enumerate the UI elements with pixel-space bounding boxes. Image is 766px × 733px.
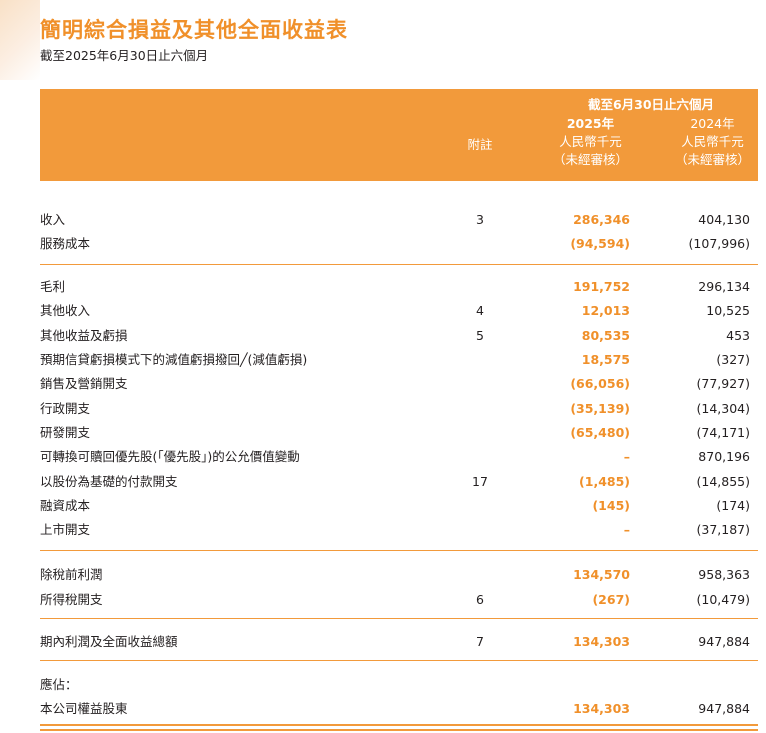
row-value-2024: 10,525: [706, 303, 750, 318]
row-label: 除稅前利潤: [40, 567, 103, 582]
table-row: 以股份為基礎的付款開支 17 (1,485) (14,855): [40, 471, 758, 493]
row-value-2025: 18,575: [581, 352, 630, 367]
table-row: 融資成本 (145) (174): [40, 495, 758, 517]
table-row: 可轉換可贖回優先股(「優先股」)的公允價值變動 – 870,196: [40, 446, 758, 468]
double-underline-bottom: [40, 729, 758, 731]
row-label: 研發開支: [40, 425, 91, 440]
row-value-2024: (174): [716, 498, 750, 513]
row-value-2025: 134,303: [573, 701, 630, 716]
row-label: 所得稅開支: [40, 592, 103, 607]
row-note: 7: [476, 634, 484, 649]
row-label: 以股份為基礎的付款開支: [40, 474, 178, 489]
row-label: 服務成本: [40, 236, 91, 251]
table-row: 行政開支 (35,139) (14,304): [40, 398, 758, 420]
row-value-2024: 947,884: [698, 634, 750, 649]
row-value-2024: (327): [716, 352, 750, 367]
row-value-2024: 296,134: [698, 279, 750, 294]
row-value-2025: –: [623, 449, 630, 464]
header-2024-audit: （未經審核）: [674, 152, 750, 167]
row-label: 本公司權益股東: [40, 701, 128, 716]
page-subtitle: 截至2025年6月30日止六個月: [40, 48, 209, 63]
header-note-label: 附註: [467, 137, 493, 152]
row-value-2024: 958,363: [698, 567, 750, 582]
row-label: 其他收入: [40, 303, 91, 318]
row-value-2025: (1,485): [579, 474, 630, 489]
row-label: 毛利: [40, 279, 66, 294]
table-row: 應佔：: [40, 674, 758, 696]
header-2024-unit: 人民幣千元: [681, 134, 744, 149]
header-col-2025: 2025年 人民幣千元 （未經審核）: [553, 115, 628, 169]
row-label: 行政開支: [40, 401, 91, 416]
row-label: 上市開支: [40, 522, 91, 537]
table-row: 服務成本 (94,594) (107,996): [40, 233, 758, 255]
row-note: 4: [476, 303, 484, 318]
row-value-2024: (74,171): [696, 425, 751, 440]
row-value-2024: (37,187): [696, 522, 751, 537]
row-note: 17: [472, 474, 488, 489]
row-value-2025: 134,303: [573, 634, 630, 649]
table-row: 其他收入 4 12,013 10,525: [40, 300, 758, 322]
table-row: 上市開支 – (37,187): [40, 519, 758, 541]
row-value-2025: (35,139): [570, 401, 630, 416]
row-label: 融資成本: [40, 498, 91, 513]
header-period: 截至6月30日止六個月: [587, 97, 715, 112]
row-value-2025: 134,570: [573, 567, 630, 582]
row-value-2025: 80,535: [581, 328, 630, 343]
section-divider: [40, 660, 758, 661]
row-value-2024: (77,927): [696, 376, 751, 391]
section-divider: [40, 618, 758, 619]
row-value-2025: (267): [592, 592, 630, 607]
double-underline-top: [40, 724, 758, 726]
header-2025-year: 2025年: [566, 116, 615, 131]
row-value-2024: (14,855): [696, 474, 751, 489]
row-value-2024: 453: [726, 328, 750, 343]
row-label: 期內利潤及全面收益總額: [40, 634, 178, 649]
table-header: 截至6月30日止六個月 附註 2025年 人民幣千元 （未經審核） 2024年 …: [40, 89, 758, 181]
row-value-2025: (65,480): [570, 425, 630, 440]
row-value-2024: (10,479): [696, 592, 751, 607]
header-col-2024: 2024年 人民幣千元 （未經審核）: [675, 115, 750, 169]
row-note: 6: [476, 592, 484, 607]
corner-decoration: [0, 0, 40, 80]
row-note: 3: [476, 212, 484, 227]
table-row: 本公司權益股東 134,303 947,884: [40, 698, 758, 720]
row-value-2024: 404,130: [698, 212, 750, 227]
row-value-2024: 947,884: [698, 701, 750, 716]
header-2024-year: 2024年: [690, 116, 735, 131]
row-label: 應佔：: [40, 677, 78, 692]
row-value-2024: 870,196: [698, 449, 750, 464]
row-label: 預期信貸虧損模式下的減值虧損撥回╱(減值虧損): [40, 352, 308, 367]
table-row: 收入 3 286,346 404,130: [40, 209, 758, 231]
row-value-2025: 191,752: [573, 279, 630, 294]
table-row: 毛利 191,752 296,134: [40, 276, 758, 298]
header-2025-audit: （未經審核）: [552, 152, 628, 167]
row-value-2025: (94,594): [570, 236, 630, 251]
table-row: 銷售及營銷開支 (66,056) (77,927): [40, 373, 758, 395]
table-row: 所得稅開支 6 (267) (10,479): [40, 589, 758, 611]
row-value-2024: (14,304): [696, 401, 751, 416]
row-label: 其他收益及虧損: [40, 328, 128, 343]
section-divider: [40, 550, 758, 551]
table-row: 預期信貸虧損模式下的減值虧損撥回╱(減值虧損) 18,575 (327): [40, 349, 758, 371]
row-label: 可轉換可贖回優先股(「優先股」)的公允價值變動: [40, 449, 300, 464]
table-row: 其他收益及虧損 5 80,535 453: [40, 325, 758, 347]
page-title: 簡明綜合損益及其他全面收益表: [40, 18, 348, 42]
row-label: 收入: [40, 212, 66, 227]
row-value-2025: (145): [592, 498, 630, 513]
section-divider: [40, 264, 758, 265]
row-value-2025: (66,056): [570, 376, 630, 391]
row-value-2025: 286,346: [573, 212, 630, 227]
row-value-2025: 12,013: [581, 303, 630, 318]
header-2025-unit: 人民幣千元: [559, 134, 622, 149]
row-label: 銷售及營銷開支: [40, 376, 128, 391]
table-row: 期內利潤及全面收益總額 7 134,303 947,884: [40, 631, 758, 653]
row-value-2024: (107,996): [688, 236, 750, 251]
table-row: 除稅前利潤 134,570 958,363: [40, 564, 758, 586]
row-value-2025: –: [623, 522, 630, 537]
table-row: 研發開支 (65,480) (74,171): [40, 422, 758, 444]
row-note: 5: [476, 328, 484, 343]
